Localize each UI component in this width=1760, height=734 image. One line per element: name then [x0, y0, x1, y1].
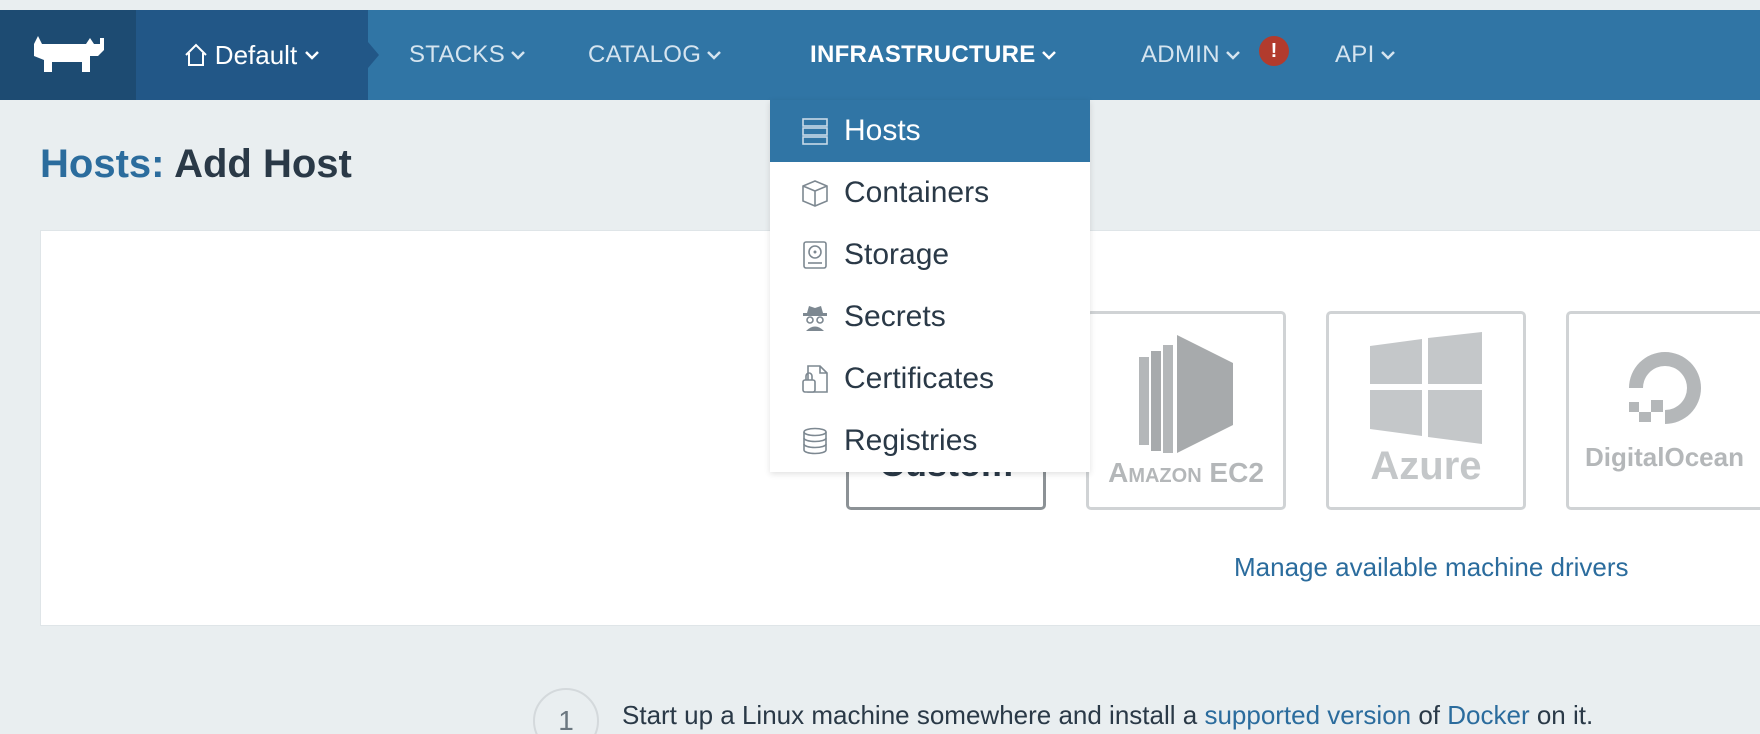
driver-azure-label: Azure [1370, 444, 1482, 488]
rancher-logo[interactable] [0, 10, 136, 100]
menu-item-hosts-label: Hosts [844, 114, 921, 147]
hosts-icon [802, 118, 828, 145]
driver-amazon-ec2[interactable]: Amazon EC2 [1086, 311, 1286, 510]
nav-api[interactable]: API [1335, 10, 1397, 100]
home-icon [185, 43, 207, 66]
chevron-down-icon [511, 51, 525, 60]
menu-item-secrets-label: Secrets [844, 300, 946, 333]
chevron-down-icon [1225, 51, 1240, 60]
top-strip [0, 0, 1760, 10]
chevron-down-icon [707, 51, 722, 60]
menu-item-storage-label: Storage [844, 238, 950, 271]
step-text-after: on it. [1529, 700, 1594, 730]
menu-item-secrets[interactable]: Secrets [770, 286, 1090, 348]
nav-api-label: API [1335, 41, 1375, 68]
menu-item-containers[interactable]: Containers [770, 162, 1090, 224]
driver-digitalocean-label: DigitalOcean [1585, 442, 1744, 472]
nav-infrastructure-label: INFRASTRUCTURE [810, 41, 1036, 68]
page-title: Hosts: Add Host [40, 142, 352, 187]
nav-admin[interactable]: ADMIN [1141, 10, 1242, 100]
nav-infrastructure[interactable]: INFRASTRUCTURE [810, 10, 1058, 100]
breadcrumb-hosts[interactable]: Hosts: [40, 142, 164, 186]
menu-item-certificates-label: Certificates [844, 362, 995, 395]
infrastructure-dropdown-menu: Hosts Containers Storage Secrets Certifi… [770, 100, 1090, 472]
menu-item-storage[interactable]: Storage [770, 224, 1090, 286]
chevron-down-icon [1380, 51, 1395, 60]
menu-item-hosts[interactable]: Hosts [770, 100, 1090, 162]
driver-amazon-suffix: EC2 [1209, 456, 1264, 488]
step-text-middle: of [1411, 700, 1448, 730]
driver-amazon-label: Amazon EC2 [1108, 457, 1264, 489]
docker-link[interactable]: Docker [1447, 700, 1529, 730]
environment-arrow [368, 42, 379, 68]
secrets-icon [803, 306, 827, 331]
menu-item-registries-label: Registries [844, 424, 978, 457]
digitalocean-icon [1628, 352, 1701, 424]
rancher-logo-icon [34, 36, 104, 72]
environment-label: Default [214, 39, 298, 70]
driver-azure[interactable]: Azure [1326, 311, 1526, 510]
driver-digitalocean[interactable]: DigitalOcean [1566, 311, 1760, 510]
menu-item-registries[interactable]: Registries [770, 410, 1090, 472]
chevron-down-icon [1041, 51, 1056, 60]
storage-icon [803, 241, 827, 269]
containers-icon [802, 180, 828, 207]
nav-stacks-label: STACKS [409, 41, 506, 68]
manage-drivers-link[interactable]: Manage available machine drivers [1234, 552, 1629, 583]
page-subtitle: Add Host [174, 142, 352, 186]
step-number: 1 [533, 688, 599, 734]
chevron-down-icon [305, 51, 320, 60]
admin-alert-badge[interactable]: ! [1259, 36, 1289, 66]
menu-item-certificates[interactable]: Certificates [770, 348, 1090, 410]
nav-catalog[interactable]: CATALOG [588, 10, 723, 100]
windows-icon [1370, 332, 1482, 444]
amazon-ec2-icon [1139, 334, 1233, 453]
nav-admin-label: ADMIN [1141, 41, 1220, 68]
nav-catalog-label: CATALOG [588, 41, 702, 68]
top-navbar: Default STACKS CATALOG INFRASTRUCTURE AD… [0, 10, 1760, 100]
step-text-before: Start up a Linux machine somewhere and i… [622, 700, 1205, 730]
step-text: Start up a Linux machine somewhere and i… [622, 700, 1593, 731]
supported-version-link[interactable]: supported version [1204, 700, 1411, 730]
environment-switcher[interactable]: Default [136, 10, 368, 100]
nav-stacks[interactable]: STACKS [409, 10, 527, 100]
certificates-icon [802, 365, 828, 393]
driver-amazon-prefix: Amazon [1108, 456, 1202, 488]
menu-item-containers-label: Containers [844, 176, 990, 209]
registries-icon [803, 427, 827, 455]
